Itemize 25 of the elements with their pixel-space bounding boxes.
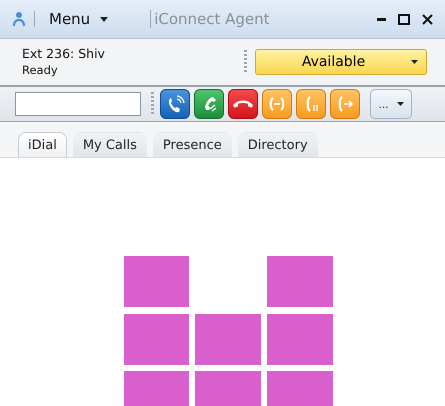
caret-icon	[100, 16, 108, 22]
answer-button[interactable]	[194, 89, 224, 119]
caret-icon	[411, 60, 418, 64]
minimize-icon[interactable]	[377, 18, 386, 20]
transfer-button[interactable]	[330, 89, 360, 119]
hangup-button[interactable]	[228, 89, 258, 119]
hold-button[interactable]	[296, 89, 326, 119]
tab[interactable]: Presence	[152, 132, 232, 157]
more-button[interactable]: ...	[370, 89, 412, 119]
tab[interactable]: My Calls	[72, 132, 147, 157]
input-field[interactable]	[15, 92, 141, 116]
agent-state: Ready	[22, 62, 59, 78]
close-icon[interactable]	[422, 14, 433, 24]
caret-icon	[396, 102, 404, 106]
maximize-icon[interactable]	[398, 14, 410, 24]
window-title: iConnect Agent	[150, 10, 270, 28]
tab[interactable]: iDial	[18, 132, 67, 157]
status-dropdown[interactable]: Available	[255, 49, 427, 75]
person-icon[interactable]	[12, 11, 26, 27]
tab[interactable]: Directory	[238, 132, 318, 157]
extension-label: Ext 236: Shiv	[22, 46, 105, 62]
menu-button[interactable]: Menu	[49, 10, 108, 28]
hangup-icon	[233, 100, 253, 108]
conference-button[interactable]	[262, 89, 292, 119]
dial-button[interactable]	[160, 89, 190, 119]
